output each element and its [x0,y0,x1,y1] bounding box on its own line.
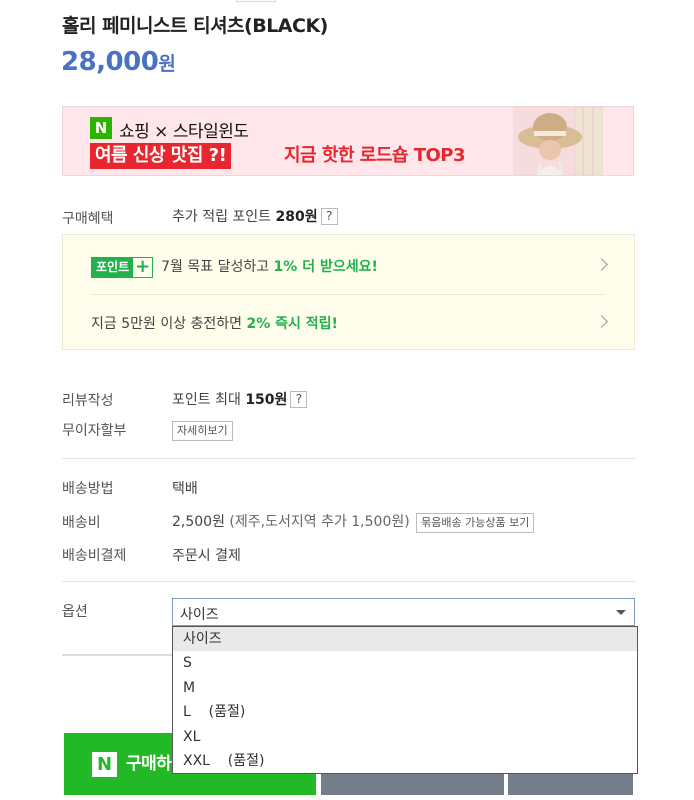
option-underline [62,654,174,656]
dropdown-option[interactable]: XL [173,725,637,749]
bundle-shipping-button[interactable]: 묶음배송 가능상품 보기 [416,513,535,533]
top-edge-tab [236,0,276,2]
shipping-payment-value: 주문시 결제 [172,548,241,564]
installment-label: 무이자할부 [62,423,127,439]
benefit-row-charge[interactable]: 지금 5만원 이상 충전하면 2% 즉시 적립! [91,313,338,333]
naver-logo-icon: N [92,752,117,777]
dropdown-option[interactable]: L (품절) [173,700,637,724]
review-text: 포인트 최대 [172,392,241,408]
price-currency: 원 [158,53,176,75]
benefit-row2-emph: 2% 즉시 적립! [246,316,338,332]
installment-detail: 자세히보기 [172,419,233,441]
point-plus-badge: 포인트 + [91,255,154,278]
benefit-points-text: 추가 적립 포인트 [172,209,272,225]
hat-model-photo [513,107,603,175]
option-label: 옵션 [62,604,88,620]
benefit-points-value: 280원 [275,209,318,225]
shipping-fee-value: 2,500원 [172,514,225,530]
review-label: 리뷰작성 [62,393,114,409]
price-amount: 28,000 [61,47,159,77]
banner-line2: 지금 핫한 로드숍 TOP3 [284,145,466,166]
chevron-right-icon[interactable] [595,258,608,271]
option-size-select[interactable]: 사이즈 [172,598,635,626]
option-dropdown-list[interactable]: 사이즈 S M L (품절) XL XXL (품절) [172,626,638,774]
product-title: 홀리 페미니스트 티셔츠(BLACK) [62,15,328,37]
shipping-fee-label: 배송비 [62,515,101,531]
benefit-points: 추가 적립 포인트 280원? [172,206,338,226]
dropdown-option[interactable]: 사이즈 [173,627,637,652]
plus-icon: + [135,255,151,277]
benefit-row-goal[interactable]: 포인트 +7월 목표 달성하고 1% 더 받으세요! [91,256,378,278]
dropdown-option[interactable]: M [173,676,637,700]
benefit-box: 포인트 +7월 목표 달성하고 1% 더 받으세요! 지금 5만원 이상 충전하면… [62,234,635,350]
naver-logo-icon: N [90,117,112,139]
shipping-fee: 2,500원 (제주,도서지역 추가 1,500원) 묶음배송 가능상품 보기 [172,511,535,533]
benefit-help-icon[interactable]: ? [320,208,338,225]
shipping-payment-label: 배송비결제 [62,548,127,564]
banner-highlight: 여름 신상 맛집 ?! [90,143,232,169]
option-selected-value: 사이즈 [180,607,219,623]
benefit-row2-text: 지금 5만원 이상 충전하면 [91,316,243,332]
section-divider [62,458,636,459]
caret-down-icon [616,610,626,615]
benefit-row1-emph: 1% 더 받으세요! [273,259,378,275]
dropdown-option[interactable]: XXL (품절) [173,749,637,773]
review-points: 포인트 최대 150원? [172,389,308,409]
review-value: 150원 [245,392,288,408]
benefit-row1-text: 7월 목표 달성하고 [161,259,270,275]
promo-banner[interactable]: N 쇼핑 × 스타일윈도 여름 신상 맛집 ?! 지금 핫한 로드숍 TOP3 [62,106,634,176]
product-price: 28,000원 [61,47,176,77]
installment-detail-button[interactable]: 자세히보기 [172,421,233,441]
point-badge-label: 포인트 [92,257,134,277]
banner-line1: 쇼핑 × 스타일윈도 [119,122,249,142]
shipping-method-value: 택배 [172,481,198,497]
benefit-label: 구매혜택 [62,211,114,227]
chevron-right-icon[interactable] [595,315,608,328]
dropdown-option[interactable]: S [173,651,637,675]
section-divider [62,581,636,582]
benefit-divider [91,294,606,295]
shipping-method-label: 배송방법 [62,481,114,497]
shipping-fee-extra: (제주,도서지역 추가 1,500원) [229,514,410,530]
review-help-icon[interactable]: ? [290,391,308,408]
